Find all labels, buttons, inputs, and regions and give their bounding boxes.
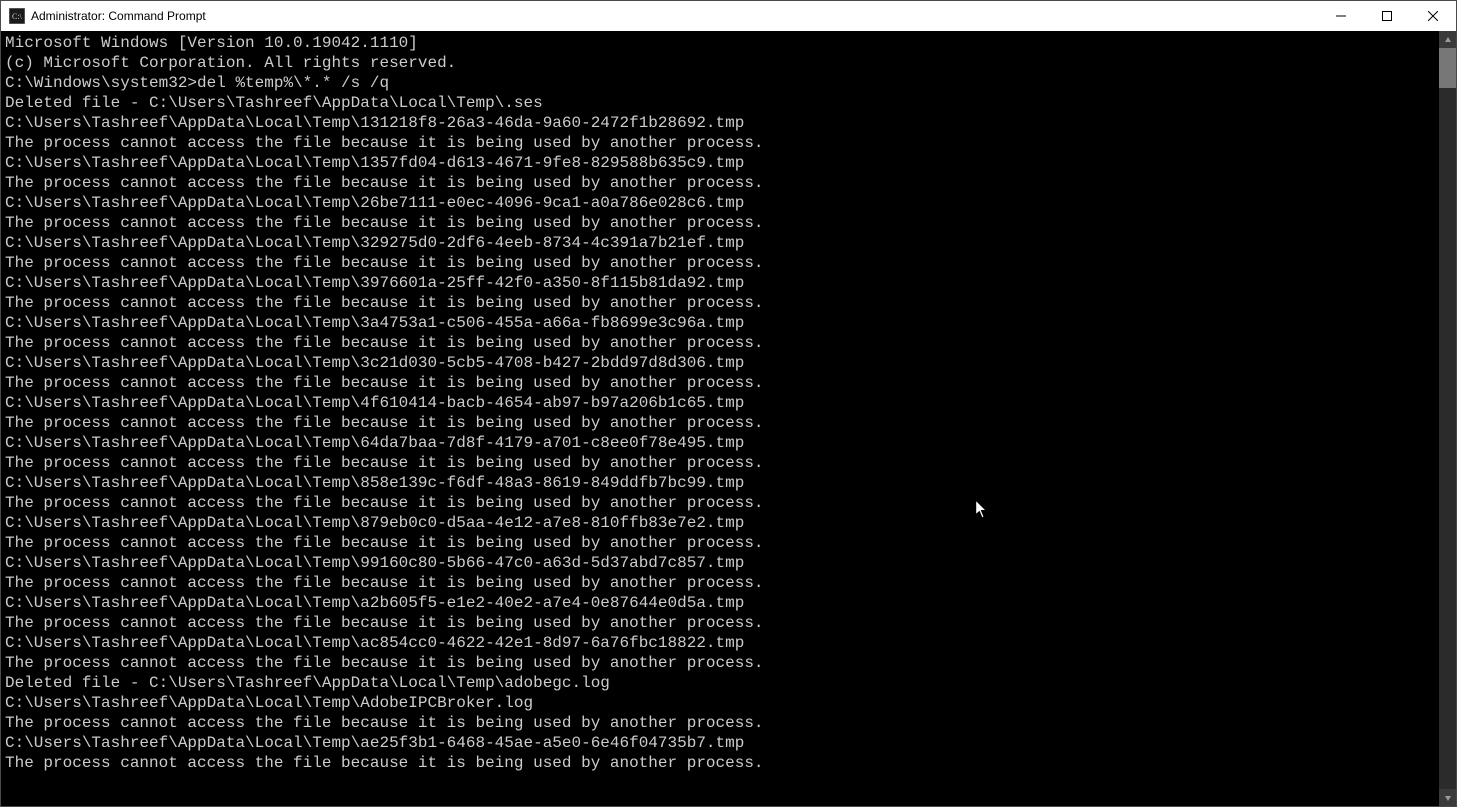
vertical-scrollbar[interactable]: [1439, 31, 1456, 806]
console-output-line: The process cannot access the file becau…: [5, 493, 1435, 513]
console-header-line: Microsoft Windows [Version 10.0.19042.11…: [5, 33, 1435, 53]
scroll-up-button[interactable]: [1439, 31, 1456, 48]
console-output-line: The process cannot access the file becau…: [5, 753, 1435, 773]
close-button[interactable]: [1410, 1, 1456, 31]
console-output-line: The process cannot access the file becau…: [5, 533, 1435, 553]
console-output-line: The process cannot access the file becau…: [5, 333, 1435, 353]
console-output-line: C:\Users\Tashreef\AppData\Local\Temp\131…: [5, 113, 1435, 133]
cmd-app-icon: C:\: [9, 8, 25, 24]
console-command: del %temp%\*.* /s /q: [197, 74, 389, 92]
command-prompt-window: C:\ Administrator: Command Prompt Micros…: [0, 0, 1457, 807]
console-output-line: C:\Users\Tashreef\AppData\Local\Temp\397…: [5, 273, 1435, 293]
console-output-line: The process cannot access the file becau…: [5, 413, 1435, 433]
console-copyright-line: (c) Microsoft Corporation. All rights re…: [5, 53, 1435, 73]
console-output-line: C:\Users\Tashreef\AppData\Local\Temp\858…: [5, 473, 1435, 493]
minimize-button[interactable]: [1318, 1, 1364, 31]
console-output-line: The process cannot access the file becau…: [5, 573, 1435, 593]
maximize-button[interactable]: [1364, 1, 1410, 31]
scroll-thumb[interactable]: [1439, 48, 1456, 88]
console-prompt: C:\Windows\system32>: [5, 74, 197, 92]
window-title: Administrator: Command Prompt: [31, 9, 206, 23]
console-output-line: C:\Users\Tashreef\AppData\Local\Temp\ac8…: [5, 633, 1435, 653]
console-output-line: The process cannot access the file becau…: [5, 373, 1435, 393]
console-output-line: C:\Users\Tashreef\AppData\Local\Temp\ae2…: [5, 733, 1435, 753]
console-output-line: C:\Users\Tashreef\AppData\Local\Temp\3c2…: [5, 353, 1435, 373]
console-output-line: The process cannot access the file becau…: [5, 453, 1435, 473]
console-output-line: C:\Users\Tashreef\AppData\Local\Temp\3a4…: [5, 313, 1435, 333]
console-output-line: C:\Users\Tashreef\AppData\Local\Temp\a2b…: [5, 593, 1435, 613]
console-prompt-line: C:\Windows\system32>del %temp%\*.* /s /q: [5, 73, 1435, 93]
window-controls: [1318, 1, 1456, 31]
svg-text:C:\: C:\: [12, 12, 23, 21]
console-output-line: C:\Users\Tashreef\AppData\Local\Temp\329…: [5, 233, 1435, 253]
console-output-line: C:\Users\Tashreef\AppData\Local\Temp\4f6…: [5, 393, 1435, 413]
console-output[interactable]: Microsoft Windows [Version 10.0.19042.11…: [1, 31, 1439, 806]
console-output-line: C:\Users\Tashreef\AppData\Local\Temp\879…: [5, 513, 1435, 533]
titlebar[interactable]: C:\ Administrator: Command Prompt: [1, 1, 1456, 31]
console-output-line: The process cannot access the file becau…: [5, 653, 1435, 673]
client-area: Microsoft Windows [Version 10.0.19042.11…: [1, 31, 1456, 806]
scroll-track[interactable]: [1439, 48, 1456, 789]
console-output-line: C:\Users\Tashreef\AppData\Local\Temp\64d…: [5, 433, 1435, 453]
console-output-line: C:\Users\Tashreef\AppData\Local\Temp\991…: [5, 553, 1435, 573]
console-output-line: The process cannot access the file becau…: [5, 133, 1435, 153]
console-output-line: Deleted file - C:\Users\Tashreef\AppData…: [5, 93, 1435, 113]
scroll-down-button[interactable]: [1439, 789, 1456, 806]
console-output-line: The process cannot access the file becau…: [5, 253, 1435, 273]
console-output-line: C:\Users\Tashreef\AppData\Local\Temp\135…: [5, 153, 1435, 173]
console-output-line: The process cannot access the file becau…: [5, 293, 1435, 313]
console-output-line: The process cannot access the file becau…: [5, 213, 1435, 233]
console-output-line: C:\Users\Tashreef\AppData\Local\Temp\Ado…: [5, 693, 1435, 713]
console-output-line: Deleted file - C:\Users\Tashreef\AppData…: [5, 673, 1435, 693]
console-output-line: The process cannot access the file becau…: [5, 173, 1435, 193]
console-output-line: The process cannot access the file becau…: [5, 713, 1435, 733]
console-output-line: The process cannot access the file becau…: [5, 613, 1435, 633]
console-output-line: C:\Users\Tashreef\AppData\Local\Temp\26b…: [5, 193, 1435, 213]
